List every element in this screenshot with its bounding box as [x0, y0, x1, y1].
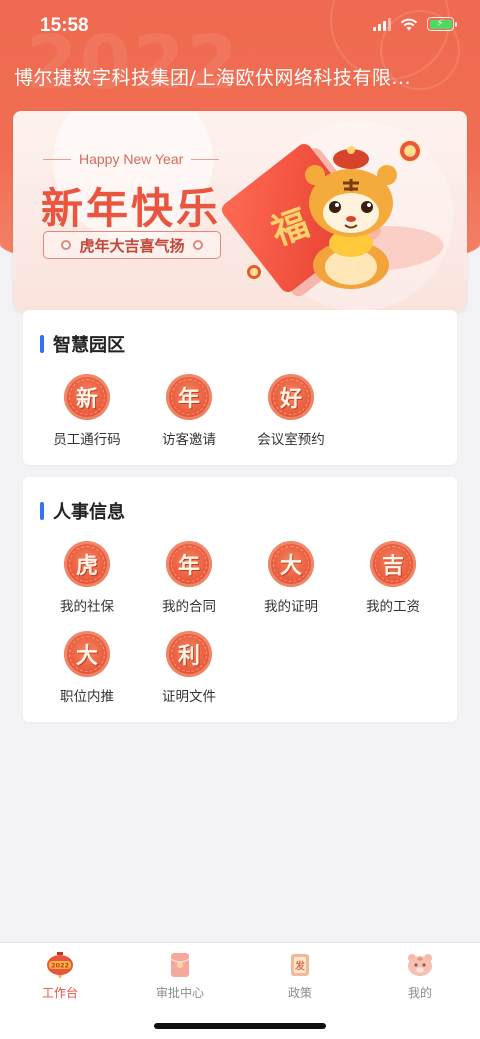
icon-glyph: 大	[75, 644, 98, 669]
status-icons: ⚡	[373, 17, 457, 31]
grid-item-label: 会议室预约	[257, 432, 325, 448]
employee-pass-button[interactable]: 新 员工通行码	[36, 374, 138, 448]
tab-mine[interactable]: 我的	[360, 951, 480, 1001]
tiger-mascot-icon	[305, 146, 397, 289]
happy-new-year-text: Happy New Year	[79, 151, 184, 167]
tab-label: 审批中心	[155, 986, 204, 1000]
my-salary-button[interactable]: 吉 我的工资	[342, 541, 444, 615]
icon-glyph: 新	[75, 387, 98, 412]
social-security-icon: 虎	[64, 541, 110, 587]
grid-item-label: 证明文件	[162, 689, 216, 705]
visitor-invite-button[interactable]: 年 访客邀请	[138, 374, 240, 448]
salary-icon: 吉	[370, 541, 416, 587]
coin-icon	[245, 263, 263, 281]
pill-dot-icon	[192, 240, 203, 250]
icon-glyph: 好	[279, 387, 302, 412]
home-indicator[interactable]	[154, 1023, 326, 1029]
smart-park-section: 智慧园区 新 员工通行码 年 访客邀请 好 会议室预约	[23, 310, 457, 465]
tab-approval-center[interactable]: 审批中心	[120, 951, 240, 1001]
svg-text:发: 发	[294, 960, 306, 973]
tab-label: 我的	[407, 986, 432, 1000]
icon-glyph: 利	[177, 644, 200, 669]
status-time: 15:58	[40, 15, 89, 36]
red-envelope-icon	[166, 951, 194, 979]
grid-item-label: 我的社保	[60, 599, 114, 615]
banner-subtitle: 虎年大吉喜气扬	[43, 231, 221, 259]
certificate-icon: 大	[268, 541, 314, 587]
status-bar: 15:58 ⚡	[0, 0, 480, 52]
section-title-text: 智慧园区	[53, 335, 125, 356]
banner-title: 新年快乐	[41, 184, 222, 233]
section-title-bar	[40, 335, 44, 353]
icon-glyph: 吉	[381, 554, 404, 579]
pill-dot-icon	[61, 240, 72, 250]
my-social-security-button[interactable]: 虎 我的社保	[36, 541, 138, 615]
tab-policy[interactable]: 发 政策	[240, 951, 360, 1001]
battery-charging-icon: ⚡	[427, 17, 457, 31]
grid-item-label: 访客邀请	[162, 432, 216, 448]
tiger-face-icon	[406, 951, 434, 979]
employee-pass-icon: 新	[64, 374, 110, 420]
grid-item-label: 职位内推	[60, 689, 114, 705]
meeting-room-icon: 好	[268, 374, 314, 420]
icon-glyph: 年	[177, 387, 200, 412]
tab-label: 政策	[287, 986, 312, 1000]
section-title: 人事信息	[40, 498, 125, 524]
section-title: 智慧园区	[40, 331, 125, 357]
tab-workbench[interactable]: 2022 工作台	[0, 951, 120, 1001]
banner-english-title: Happy New Year	[43, 151, 220, 167]
fa-card-icon: 发	[286, 951, 314, 979]
grid-item-label: 我的工资	[366, 599, 420, 615]
lantern-2022-icon: 2022	[46, 951, 74, 979]
banner-subtitle-text: 虎年大吉喜气扬	[79, 236, 185, 255]
new-year-banner[interactable]: Happy New Year 新年快乐 虎年大吉喜气扬 福	[13, 111, 467, 311]
contract-icon: 年	[166, 541, 212, 587]
tab-label: 工作台	[41, 986, 78, 1000]
icon-glyph: 大	[279, 554, 302, 579]
svg-text:2022: 2022	[51, 962, 69, 970]
wifi-icon	[400, 18, 418, 30]
grid-item-label: 我的合同	[162, 599, 216, 615]
visitor-invite-icon: 年	[166, 374, 212, 420]
meeting-room-booking-button[interactable]: 好 会议室预约	[240, 374, 342, 448]
company-switcher[interactable]: 博尔捷数字科技集团/上海欧伏网络科技有限...	[14, 63, 464, 90]
cellular-signal-icon	[373, 17, 391, 31]
section-title-text: 人事信息	[53, 502, 125, 523]
my-contract-button[interactable]: 年 我的合同	[138, 541, 240, 615]
grid-item-label: 我的证明	[264, 599, 318, 615]
job-referral-icon: 大	[64, 631, 110, 677]
grid-item-label: 员工通行码	[53, 432, 121, 448]
job-referral-button[interactable]: 大 职位内推	[36, 631, 138, 705]
my-certificate-button[interactable]: 大 我的证明	[240, 541, 342, 615]
hr-info-section: 人事信息 虎 我的社保 年 我的合同 大 我的证明 吉 我的工资 大 职位内推 …	[23, 477, 457, 722]
icon-glyph: 年	[177, 554, 200, 579]
certificate-documents-button[interactable]: 利 证明文件	[138, 631, 240, 705]
icon-glyph: 虎	[75, 554, 98, 579]
section-title-bar	[40, 502, 44, 520]
documents-icon: 利	[166, 631, 212, 677]
